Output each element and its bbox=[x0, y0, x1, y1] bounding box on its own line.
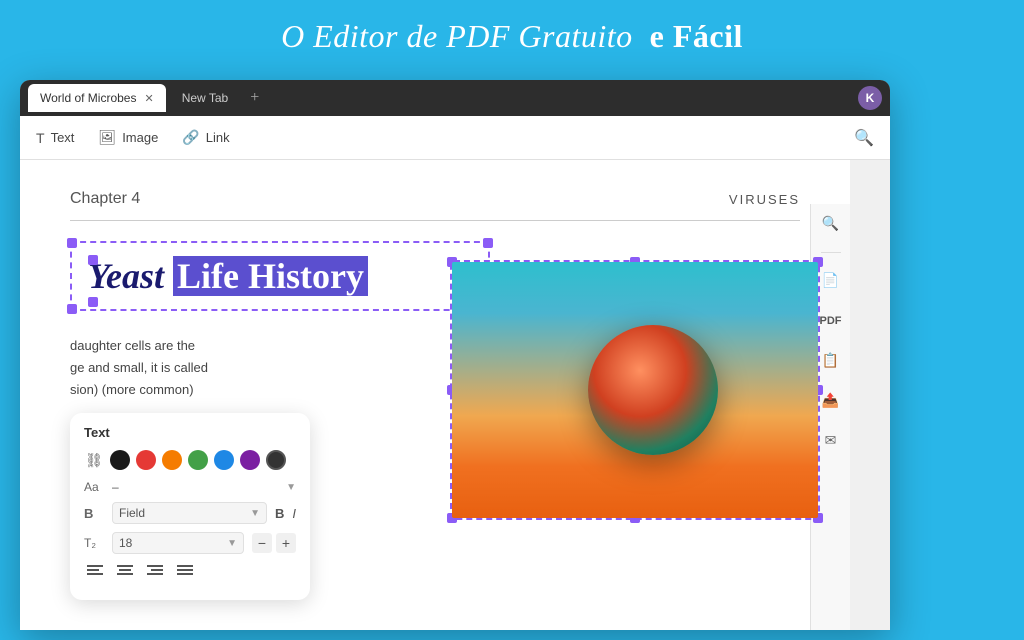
resize-handle-tl[interactable] bbox=[67, 238, 77, 248]
resize-handle-tr[interactable] bbox=[483, 238, 493, 248]
page-title: O Editor de PDF Gratuito e Fácil bbox=[0, 0, 1024, 69]
sidebar-mail-icon[interactable]: ✉ bbox=[819, 429, 843, 453]
align-row bbox=[84, 562, 296, 580]
sidebar-copy-icon[interactable]: 📋 bbox=[819, 349, 843, 373]
body-line-1: daughter cells are the bbox=[70, 335, 490, 357]
toolbar-link[interactable]: 🔗 Link bbox=[182, 129, 229, 146]
image-selection[interactable] bbox=[450, 260, 820, 520]
align-buttons bbox=[84, 562, 196, 580]
color-swatch-green[interactable] bbox=[188, 450, 208, 470]
color-swatch-blue[interactable] bbox=[214, 450, 234, 470]
editor-toolbar: T Text 🖼 Image 🔗 Link 🔍 bbox=[20, 116, 890, 160]
browser-window: World of Microbes ✕ New Tab + K T Text 🖼… bbox=[20, 80, 890, 630]
body-text: daughter cells are the ge and small, it … bbox=[70, 335, 490, 401]
avatar: K bbox=[858, 86, 882, 110]
align-justify-button[interactable] bbox=[174, 562, 196, 580]
viruses-label: VIRUSES bbox=[729, 192, 800, 207]
body-line-2: ge and small, it is called bbox=[70, 357, 490, 379]
text-format-panel: Text ⛓ Aa – ▼ B bbox=[70, 413, 310, 600]
bold-button[interactable]: B bbox=[84, 506, 104, 521]
new-tab-label: New Tab bbox=[182, 91, 228, 105]
tab-label: World of Microbes bbox=[40, 91, 136, 105]
title-text: Yeast Life History bbox=[88, 255, 472, 297]
size-value: 18 bbox=[119, 536, 132, 550]
size-increase-button[interactable]: + bbox=[276, 533, 296, 553]
font-dash: – bbox=[112, 480, 119, 494]
sidebar-document-icon[interactable]: 📄 bbox=[819, 269, 843, 293]
italic-button[interactable]: I bbox=[292, 506, 296, 521]
tab-world-of-microbes[interactable]: World of Microbes ✕ bbox=[28, 84, 166, 112]
title-highlighted-part: Life History bbox=[173, 256, 368, 296]
title-normal: e Fácil bbox=[650, 18, 743, 54]
image-icon: 🖼 bbox=[98, 129, 116, 146]
text-label: Text bbox=[51, 130, 75, 145]
color-swatch-dark[interactable] bbox=[266, 450, 286, 470]
resize-handle-bl[interactable] bbox=[67, 304, 77, 314]
color-swatch-black[interactable] bbox=[110, 450, 130, 470]
align-right-button[interactable] bbox=[144, 562, 166, 580]
color-row: ⛓ bbox=[84, 450, 296, 470]
sidebar-search-icon[interactable]: 🔍 bbox=[819, 212, 843, 236]
title-italic-part: Yeast bbox=[88, 256, 164, 296]
tab-close-icon[interactable]: ✕ bbox=[144, 92, 153, 105]
image-label: Image bbox=[122, 130, 158, 145]
title-italic: O Editor de PDF Gratuito bbox=[281, 18, 633, 54]
toolbar-image[interactable]: 🖼 Image bbox=[98, 129, 158, 146]
page-header: Chapter 4 VIRUSES bbox=[70, 190, 800, 221]
font-label: Aa bbox=[84, 480, 104, 494]
select-arrow-icon: ▼ bbox=[250, 508, 260, 519]
field-select[interactable]: Field ▼ bbox=[112, 502, 267, 524]
chapter-label: Chapter 4 bbox=[70, 190, 140, 208]
size-row: T₂ 18 ▼ − + bbox=[84, 532, 296, 554]
color-swatch-purple[interactable] bbox=[240, 450, 260, 470]
text-panel-title: Text bbox=[84, 425, 296, 440]
text-icon: T bbox=[36, 130, 45, 146]
field-label: Field bbox=[119, 506, 145, 520]
font-arrow-icon: ▼ bbox=[286, 482, 296, 493]
bold-field-row: B Field ▼ B I bbox=[84, 502, 296, 524]
toolbar-text[interactable]: T Text bbox=[36, 130, 74, 146]
tab-bar: World of Microbes ✕ New Tab + K bbox=[20, 80, 890, 116]
sidebar-pdf-icon[interactable]: PDF bbox=[819, 309, 843, 333]
content-area: Chapter 4 VIRUSES Yeast Life History dau… bbox=[20, 160, 850, 630]
body-line-3: sion) (more common) bbox=[70, 379, 490, 401]
search-icon[interactable]: 🔍 bbox=[854, 128, 874, 148]
size-select[interactable]: 18 ▼ bbox=[112, 532, 244, 554]
align-left-button[interactable] bbox=[84, 562, 106, 580]
color-swatch-orange[interactable] bbox=[162, 450, 182, 470]
tab-new-tab[interactable]: New Tab bbox=[170, 84, 240, 112]
sidebar-divider-1 bbox=[821, 252, 841, 253]
align-center-button[interactable] bbox=[114, 562, 136, 580]
link-icon: 🔗 bbox=[182, 129, 199, 146]
sphere-ball bbox=[588, 325, 718, 455]
color-swatch-red[interactable] bbox=[136, 450, 156, 470]
link-color-icon[interactable]: ⛓ bbox=[84, 450, 104, 470]
font-size-row: Aa – ▼ bbox=[84, 480, 296, 494]
size-select-arrow-icon: ▼ bbox=[227, 538, 237, 549]
size-stepper: − + bbox=[252, 533, 296, 553]
new-tab-plus-icon[interactable]: + bbox=[250, 89, 259, 107]
selected-text-block[interactable]: Yeast Life History bbox=[70, 241, 490, 311]
link-label: Link bbox=[206, 130, 230, 145]
bold-icon[interactable]: B bbox=[275, 506, 284, 521]
size-label: T₂ bbox=[84, 536, 104, 550]
sphere-image bbox=[452, 262, 818, 518]
size-decrease-button[interactable]: − bbox=[252, 533, 272, 553]
